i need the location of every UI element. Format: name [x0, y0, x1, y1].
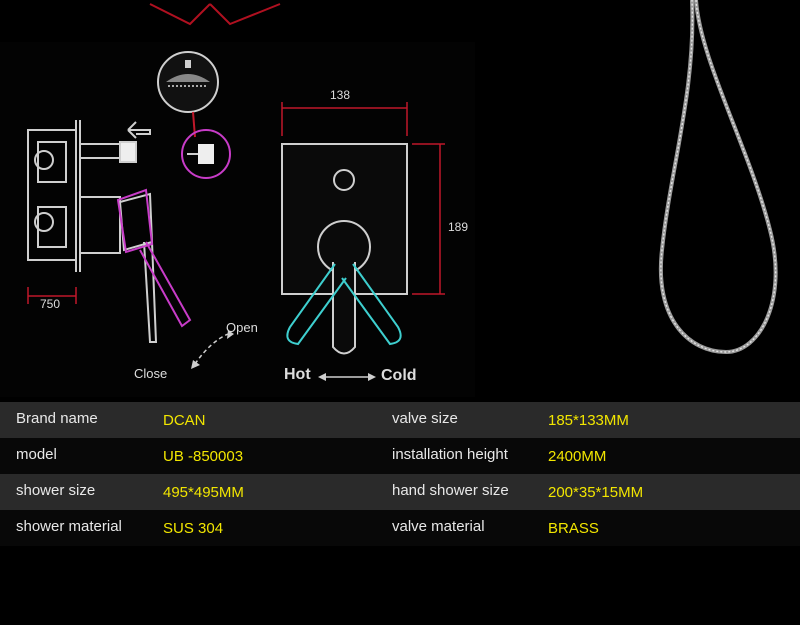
label-hot: Hot	[284, 366, 311, 383]
shower-head-icon	[157, 51, 219, 113]
spec-value-installation-height: 2400MM	[548, 448, 607, 465]
dim-width-label: 138	[330, 88, 350, 102]
spec-label-model: model	[16, 446, 57, 463]
spec-row-material: shower material SUS 304 valve material B…	[0, 510, 800, 546]
spec-label-brand: Brand name	[16, 410, 98, 427]
dim-height-label: 189	[448, 220, 468, 234]
spec-label-shower-material: shower material	[16, 518, 122, 535]
spec-value-model: UB -850003	[163, 448, 244, 465]
spec-value-valve-size: 185*133MM	[548, 412, 629, 429]
shower-hose-image	[658, 0, 778, 355]
label-open: Open	[226, 320, 258, 335]
arrow-left-icon	[127, 121, 151, 139]
spec-row-model: model UB -850003 installation height 240…	[0, 438, 800, 474]
spec-value-valve-material: BRASS	[548, 520, 599, 537]
spec-value-shower-size: 495*495MM	[163, 484, 244, 501]
spec-label-valve-size: valve size	[392, 410, 458, 427]
technical-drawing: 750 Open Close 138 189 Hot Cold	[0, 42, 475, 397]
spec-label-shower-size: shower size	[16, 482, 96, 499]
spec-label-valve-material: valve material	[392, 518, 485, 535]
label-cold: Cold	[381, 367, 417, 384]
spec-table: Brand name DCAN valve size 185*133MM mod…	[0, 402, 800, 546]
spec-value-hand-shower-size: 200*35*15MM	[548, 484, 644, 501]
label-close: Close	[134, 366, 167, 381]
spec-value-shower-material: SUS 304	[163, 520, 224, 537]
spec-row-shower-size: shower size 495*495MM hand shower size 2…	[0, 474, 800, 510]
valve-front-view	[281, 143, 408, 355]
spec-label-hand-shower-size: hand shower size	[392, 482, 509, 499]
spec-value-brand: DCAN	[163, 412, 206, 429]
open-close-arrow	[194, 333, 229, 365]
spec-label-installation-height: installation height	[392, 446, 508, 463]
spec-row-brand: Brand name DCAN valve size 185*133MM	[0, 402, 800, 438]
top-arrows-decoration	[149, 3, 281, 26]
dim-depth-label: 750	[40, 297, 60, 311]
